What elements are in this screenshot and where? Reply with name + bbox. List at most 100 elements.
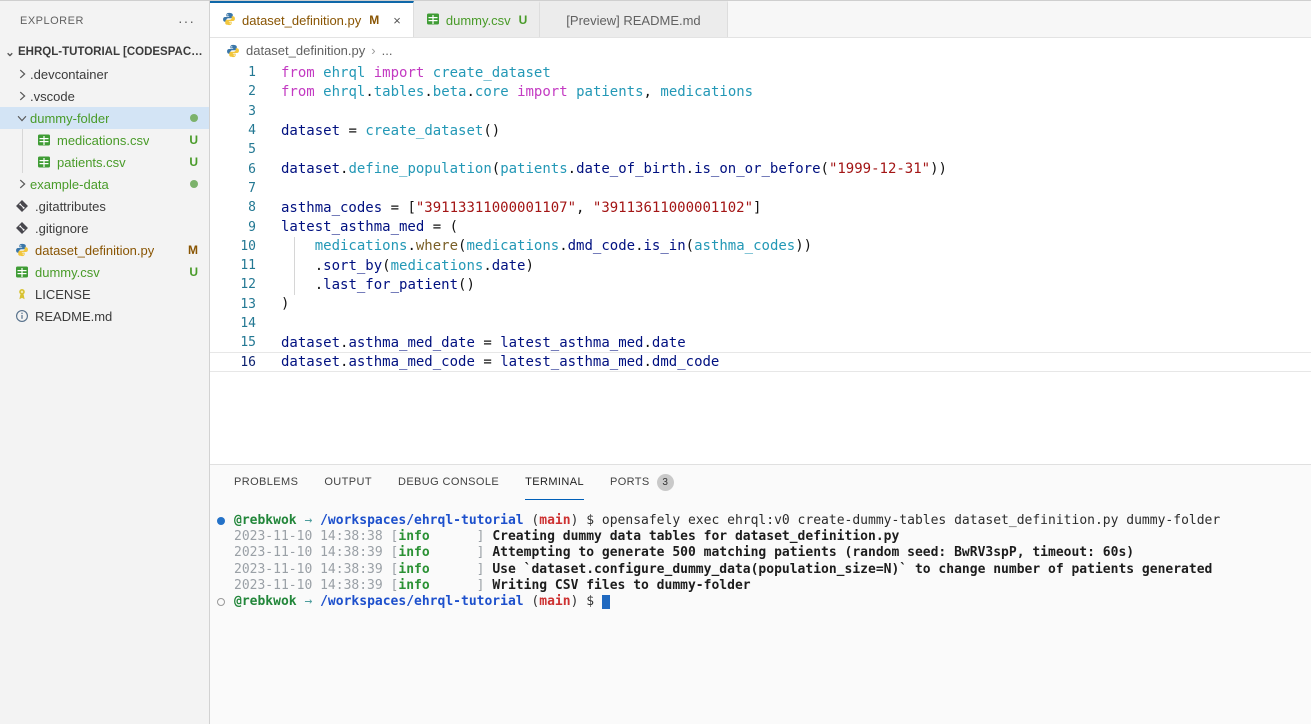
- git-status-badge: U: [189, 265, 198, 279]
- panel-tab-debug-console[interactable]: DEBUG CONSOLE: [398, 465, 499, 500]
- terminal-text: 2023-11-10 14:38:38 [: [234, 529, 398, 544]
- editor-tab-bar: dataset_definition.py M × dummy.csvU [Previe…: [210, 1, 1311, 38]
- code-line: 12 .last_for_patient(): [210, 275, 1311, 294]
- code-line-text: .sort_by(medications.date): [281, 258, 534, 274]
- terminal-text: Use `dataset.configure_dummy_data(popula…: [492, 562, 1212, 577]
- license-file-icon: [14, 286, 30, 302]
- terminal-text: @rebkwok: [234, 513, 297, 528]
- panel-tab-terminal[interactable]: TERMINAL: [525, 465, 584, 500]
- line-number: 8: [210, 200, 256, 215]
- terminal-text: ) $: [571, 513, 602, 528]
- code-line: 15dataset.asthma_med_date = latest_asthm…: [210, 333, 1311, 352]
- tree-item-vscode[interactable]: .vscode: [0, 85, 209, 107]
- code-line-text: .last_for_patient(): [281, 277, 475, 293]
- tree-item-patients-csv[interactable]: patients.csvU: [0, 151, 209, 173]
- terminal-text: ]: [430, 529, 493, 544]
- code-line-text: medications.where(medications.dmd_code.i…: [281, 238, 812, 254]
- terminal-text: 2023-11-10 14:38:39 [: [234, 562, 398, 577]
- tree-item-label: LICENSE: [35, 287, 91, 302]
- tree-item-license[interactable]: LICENSE: [0, 283, 209, 305]
- terminal-text: ]: [430, 578, 493, 593]
- tab-dummy-csv[interactable]: dummy.csvU: [414, 1, 540, 37]
- code-line-text: from ehrql import create_dataset: [281, 65, 551, 81]
- tree-item-example-data[interactable]: example-data: [0, 173, 209, 195]
- more-actions-icon[interactable]: ···: [178, 13, 195, 29]
- code-line: 13): [210, 295, 1311, 314]
- tab-label: [Preview] README.md: [566, 13, 700, 28]
- code-line: 11 .sort_by(medications.date): [210, 256, 1311, 275]
- terminal-text: /workspaces/ehrql-tutorial: [320, 594, 524, 609]
- panel-tab-bar: PROBLEMS OUTPUT DEBUG CONSOLE TERMINAL PORTS…: [210, 465, 1311, 500]
- indent-guide: [294, 275, 295, 294]
- workspace-root-item[interactable]: ⌄ EHRQL-TUTORIAL [CODESPACES:...: [0, 41, 209, 63]
- terminal-text: info: [398, 529, 429, 544]
- chevron-down-icon: ⌄: [2, 45, 18, 59]
- terminal[interactable]: @rebkwok → /workspaces/ehrql-tutorial (m…: [210, 500, 1311, 610]
- code-line-text: dataset.asthma_med_date = latest_asthma_…: [281, 335, 686, 351]
- tree-item-gitignore[interactable]: .gitignore: [0, 217, 209, 239]
- git-status-badge: U: [189, 133, 198, 147]
- explorer-header: EXPLORER ···: [0, 1, 209, 41]
- git-status-badge: U: [519, 13, 528, 27]
- line-number: 16: [210, 355, 256, 370]
- code-line-text: from ehrql.tables.beta.core import patie…: [281, 84, 753, 100]
- code-editor[interactable]: 1from ehrql import create_dataset2from e…: [210, 63, 1311, 372]
- line-number: 4: [210, 123, 256, 138]
- terminal-text: opensafely exec ehrql:v0 create-dummy-ta…: [602, 513, 1220, 528]
- tree-item-gitattributes[interactable]: .gitattributes: [0, 195, 209, 217]
- tab-dataset-definition-py[interactable]: dataset_definition.py M ×: [210, 1, 414, 37]
- terminal-text: 2023-11-10 14:38:39 [: [234, 578, 398, 593]
- terminal-text: main: [539, 513, 570, 528]
- terminal-line: 2023-11-10 14:38:39 [info ] Writing CSV …: [216, 578, 1305, 594]
- panel-tab-problems[interactable]: PROBLEMS: [234, 465, 298, 500]
- chevron-right-icon: [14, 67, 30, 81]
- terminal-text: info: [398, 545, 429, 560]
- terminal-cursor: [602, 595, 610, 609]
- tree-item-dummy-folder[interactable]: dummy-folder: [0, 107, 209, 129]
- tree-item-devcontainer[interactable]: .devcontainer: [0, 63, 209, 85]
- line-number: 12: [210, 277, 256, 292]
- close-icon[interactable]: ×: [393, 13, 401, 28]
- tree-indent-guide: [22, 151, 23, 173]
- tree-item-label: README.md: [35, 309, 112, 324]
- panel-tab-output[interactable]: OUTPUT: [324, 465, 372, 500]
- code-line: 3: [210, 102, 1311, 121]
- terminal-text: ) $: [571, 594, 602, 609]
- line-number: 14: [210, 316, 256, 331]
- tree-item-readme-md[interactable]: README.md: [0, 305, 209, 327]
- terminal-text: Writing CSV files to dummy-folder: [492, 578, 750, 593]
- tree-item-label: .gitignore: [35, 221, 88, 236]
- chevron-right-icon: [14, 177, 30, 191]
- git-status-badge: M: [369, 13, 379, 27]
- code-line: 14: [210, 314, 1311, 333]
- tree-item-label: medications.csv: [57, 133, 149, 148]
- tab-label: dataset_definition.py: [242, 13, 361, 28]
- terminal-line: 2023-11-10 14:38:38 [info ] Creating dum…: [216, 529, 1305, 545]
- terminal-text: →: [297, 513, 320, 528]
- terminal-text: ]: [430, 562, 493, 577]
- tree-item-label: .vscode: [30, 89, 75, 104]
- tree-item-dummy-csv[interactable]: dummy.csvU: [0, 261, 209, 283]
- indent-guide: [294, 237, 295, 256]
- terminal-line: @rebkwok → /workspaces/ehrql-tutorial (m…: [216, 594, 1305, 610]
- explorer-title: EXPLORER: [20, 15, 84, 27]
- explorer-sidebar: EXPLORER ··· ⌄ EHRQL-TUTORIAL [CODESPACE…: [0, 1, 210, 724]
- breadcrumb[interactable]: dataset_definition.py › ...: [210, 38, 1311, 63]
- terminal-text: Attempting to generate 500 matching pati…: [492, 545, 1134, 560]
- terminal-line: @rebkwok → /workspaces/ehrql-tutorial (m…: [216, 513, 1305, 529]
- code-line: 16dataset.asthma_med_code = latest_asthm…: [210, 352, 1311, 371]
- bottom-panel: PROBLEMS OUTPUT DEBUG CONSOLE TERMINAL PORTS…: [210, 464, 1311, 724]
- tab-preview-readme-md[interactable]: [Preview] README.md: [540, 1, 727, 37]
- tree-item-medications-csv[interactable]: medications.csv U: [0, 129, 209, 151]
- tree-item-dataset-definition-py[interactable]: dataset_definition.pyM: [0, 239, 209, 261]
- terminal-text: →: [297, 594, 320, 609]
- tree-item-label: .gitattributes: [35, 199, 106, 214]
- line-number: 1: [210, 65, 256, 80]
- tree-item-label: .devcontainer: [30, 67, 108, 82]
- tree-item-label: patients.csv: [57, 155, 126, 170]
- code-line: 5: [210, 140, 1311, 159]
- code-line-text: dataset = create_dataset(): [281, 123, 500, 139]
- tree-indent-guide: [22, 129, 23, 151]
- terminal-text: Creating dummy data tables for dataset_d…: [492, 529, 899, 544]
- panel-tab-ports[interactable]: PORTS3: [610, 465, 674, 500]
